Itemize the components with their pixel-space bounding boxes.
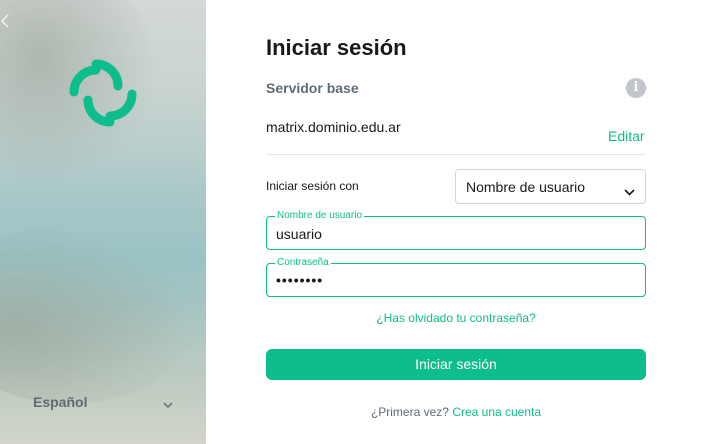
login-method-select[interactable]: Nombre de usuario [455, 169, 646, 204]
chevron-down-icon [163, 396, 173, 414]
first-time-text: ¿Primera vez? [370, 405, 449, 419]
login-card: Iniciar sesión Servidor base i matrix.do… [206, 0, 706, 444]
username-field-label: Nombre de usuario [275, 210, 365, 222]
login-method-value: Nombre de usuario [466, 179, 586, 195]
info-icon[interactable]: i [626, 78, 646, 98]
password-field-label: Contraseña [275, 257, 331, 269]
element-logo-icon [66, 56, 140, 130]
chevron-down-icon [624, 183, 635, 201]
homeserver-value: matrix.dominio.edu.ar [266, 119, 401, 135]
homeserver-label: Servidor base [266, 80, 359, 96]
create-account-footer: ¿Primera vez? Crea una cuenta [206, 405, 706, 419]
language-selector[interactable]: Español [33, 392, 181, 412]
divider [266, 154, 646, 155]
username-value: usuario [276, 226, 322, 242]
password-value: •••••••• [276, 272, 324, 288]
sign-in-button[interactable]: Iniciar sesión [266, 349, 646, 380]
login-with-label: Iniciar sesión con [266, 179, 359, 193]
language-label: Español [33, 394, 88, 410]
create-account-link[interactable]: Crea una cuenta [452, 405, 541, 419]
forgot-password-link[interactable]: ¿Has olvidado tu contraseña? [206, 311, 706, 325]
edit-homeserver-link[interactable]: Editar [608, 128, 645, 144]
page-title: Iniciar sesión [266, 35, 407, 60]
background-image-panel: Español [0, 0, 206, 444]
username-field[interactable]: Nombre de usuario usuario [266, 210, 646, 250]
back-chevron-icon[interactable] [0, 14, 10, 28]
password-field[interactable]: Contraseña •••••••• [266, 257, 646, 297]
